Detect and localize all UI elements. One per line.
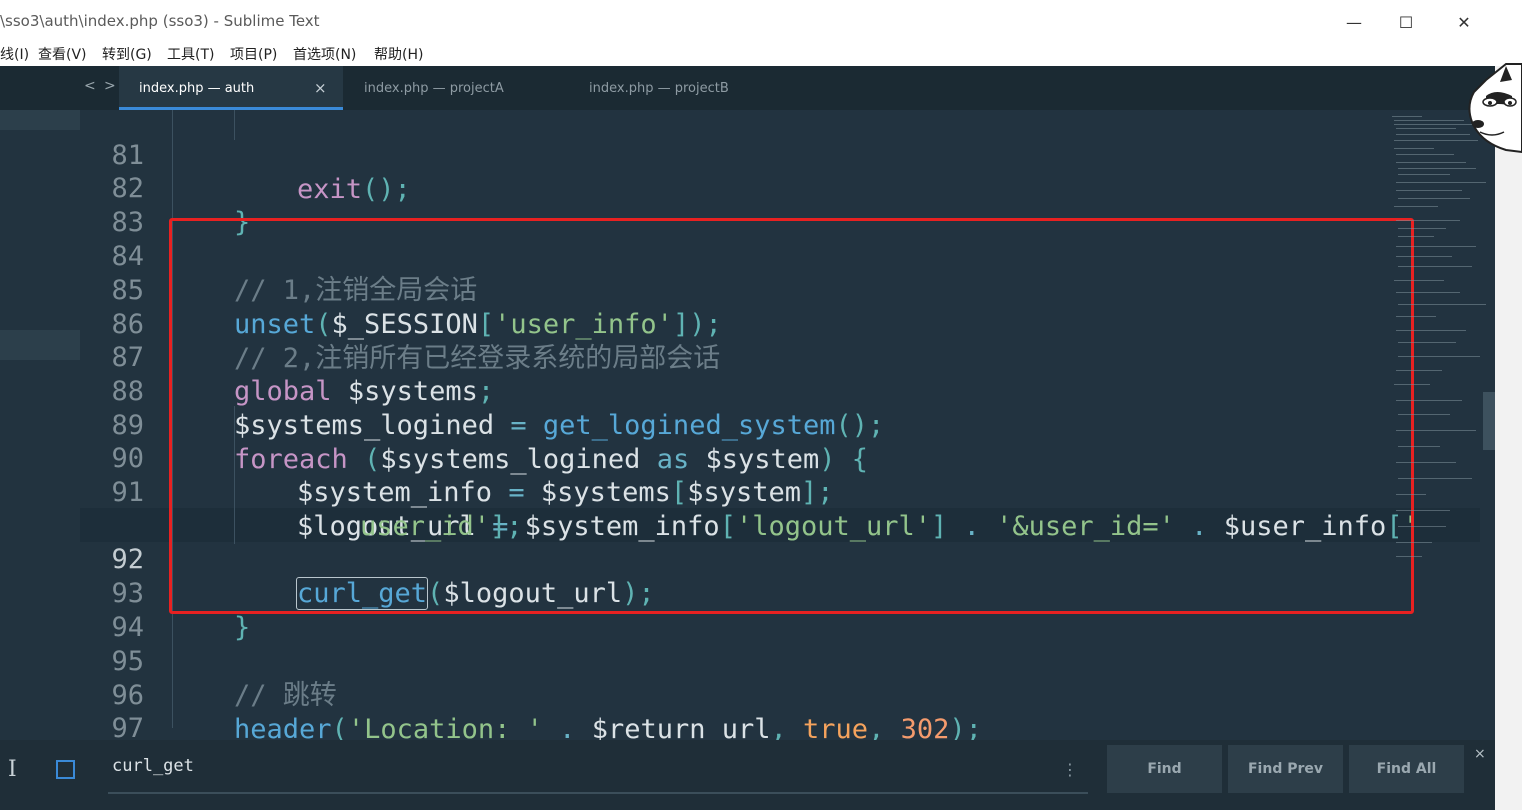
code-line: 97 exit(); — [0, 678, 1400, 740]
tab-label: index.php — projectA — [364, 81, 504, 96]
close-button[interactable]: ✕ — [1441, 6, 1487, 38]
code-line: 82 } — [0, 138, 1400, 238]
tab-label: index.php — auth — [139, 81, 255, 96]
square-toggle-icon[interactable] — [56, 760, 75, 779]
find-options-icon[interactable]: ⋮ — [1062, 760, 1078, 779]
tab-bar: < > index.php — auth × index.php — proje… — [0, 66, 1495, 110]
window-edge-top — [1495, 0, 1522, 66]
menu-item-help[interactable]: 帮助(H) — [374, 44, 423, 64]
tab-label: index.php — projectB — [589, 81, 729, 96]
find-panel: I curl_get ⋮ Find Find Prev Find All × — [0, 740, 1495, 810]
code-line: 83 — [0, 172, 1400, 238]
code-line: 95 // 跳转 — [0, 611, 1400, 711]
minimize-button[interactable]: — — [1331, 6, 1377, 38]
text-cursor-icon: I — [8, 757, 17, 782]
title-bar: \sso3\auth\index.php (sso3) - Sublime Te… — [0, 0, 1495, 44]
code-line: 96 header('Location: ' . $return_url, tr… — [0, 645, 1400, 740]
tab-index-auth[interactable]: index.php — auth × — [119, 66, 343, 110]
code-line: 81 exit(); — [0, 110, 1400, 205]
tab-back-icon[interactable]: < — [84, 78, 96, 94]
menu-item-view[interactable]: 查看(V) — [38, 44, 87, 64]
find-button[interactable]: Find — [1107, 745, 1222, 793]
tab-index-projecta[interactable]: index.php — projectA — [343, 66, 568, 110]
find-input[interactable]: curl_get ⋮ — [108, 750, 1088, 794]
code-editor[interactable]: 81 exit(); 82 } 83 84 // 1,注销全局会话 85 uns… — [0, 110, 1495, 740]
tab-forward-icon[interactable]: > — [104, 78, 116, 94]
window-title: \sso3\auth\index.php (sso3) - Sublime Te… — [0, 12, 320, 30]
code-line: 98 } — [0, 712, 1400, 740]
menu-item-tools[interactable]: 工具(T) — [167, 44, 214, 64]
find-all-button[interactable]: Find All — [1349, 745, 1464, 793]
tab-index-projectb[interactable]: index.php — projectB — [568, 66, 793, 110]
annotation-highlight-box — [169, 218, 1414, 614]
menu-item-find[interactable]: 线(I) — [0, 44, 29, 64]
menu-bar: 线(I) 查看(V) 转到(G) 工具(T) 项目(P) 首选项(N) 帮助(H… — [0, 44, 1495, 66]
menu-item-goto[interactable]: 转到(G) — [102, 44, 152, 64]
vertical-scrollbar[interactable] — [1483, 392, 1495, 450]
tab-close-icon[interactable]: × — [314, 79, 327, 97]
menu-item-project[interactable]: 项目(P) — [230, 44, 277, 64]
menu-item-preferences[interactable]: 首选项(N) — [293, 44, 356, 64]
find-prev-button[interactable]: Find Prev — [1228, 745, 1343, 793]
find-panel-close-icon[interactable]: × — [1474, 746, 1486, 762]
find-query: curl_get — [112, 756, 194, 776]
maximize-button[interactable]: ☐ — [1383, 6, 1429, 38]
minimap[interactable] — [1388, 110, 1486, 610]
husky-face-icon — [1466, 62, 1522, 158]
